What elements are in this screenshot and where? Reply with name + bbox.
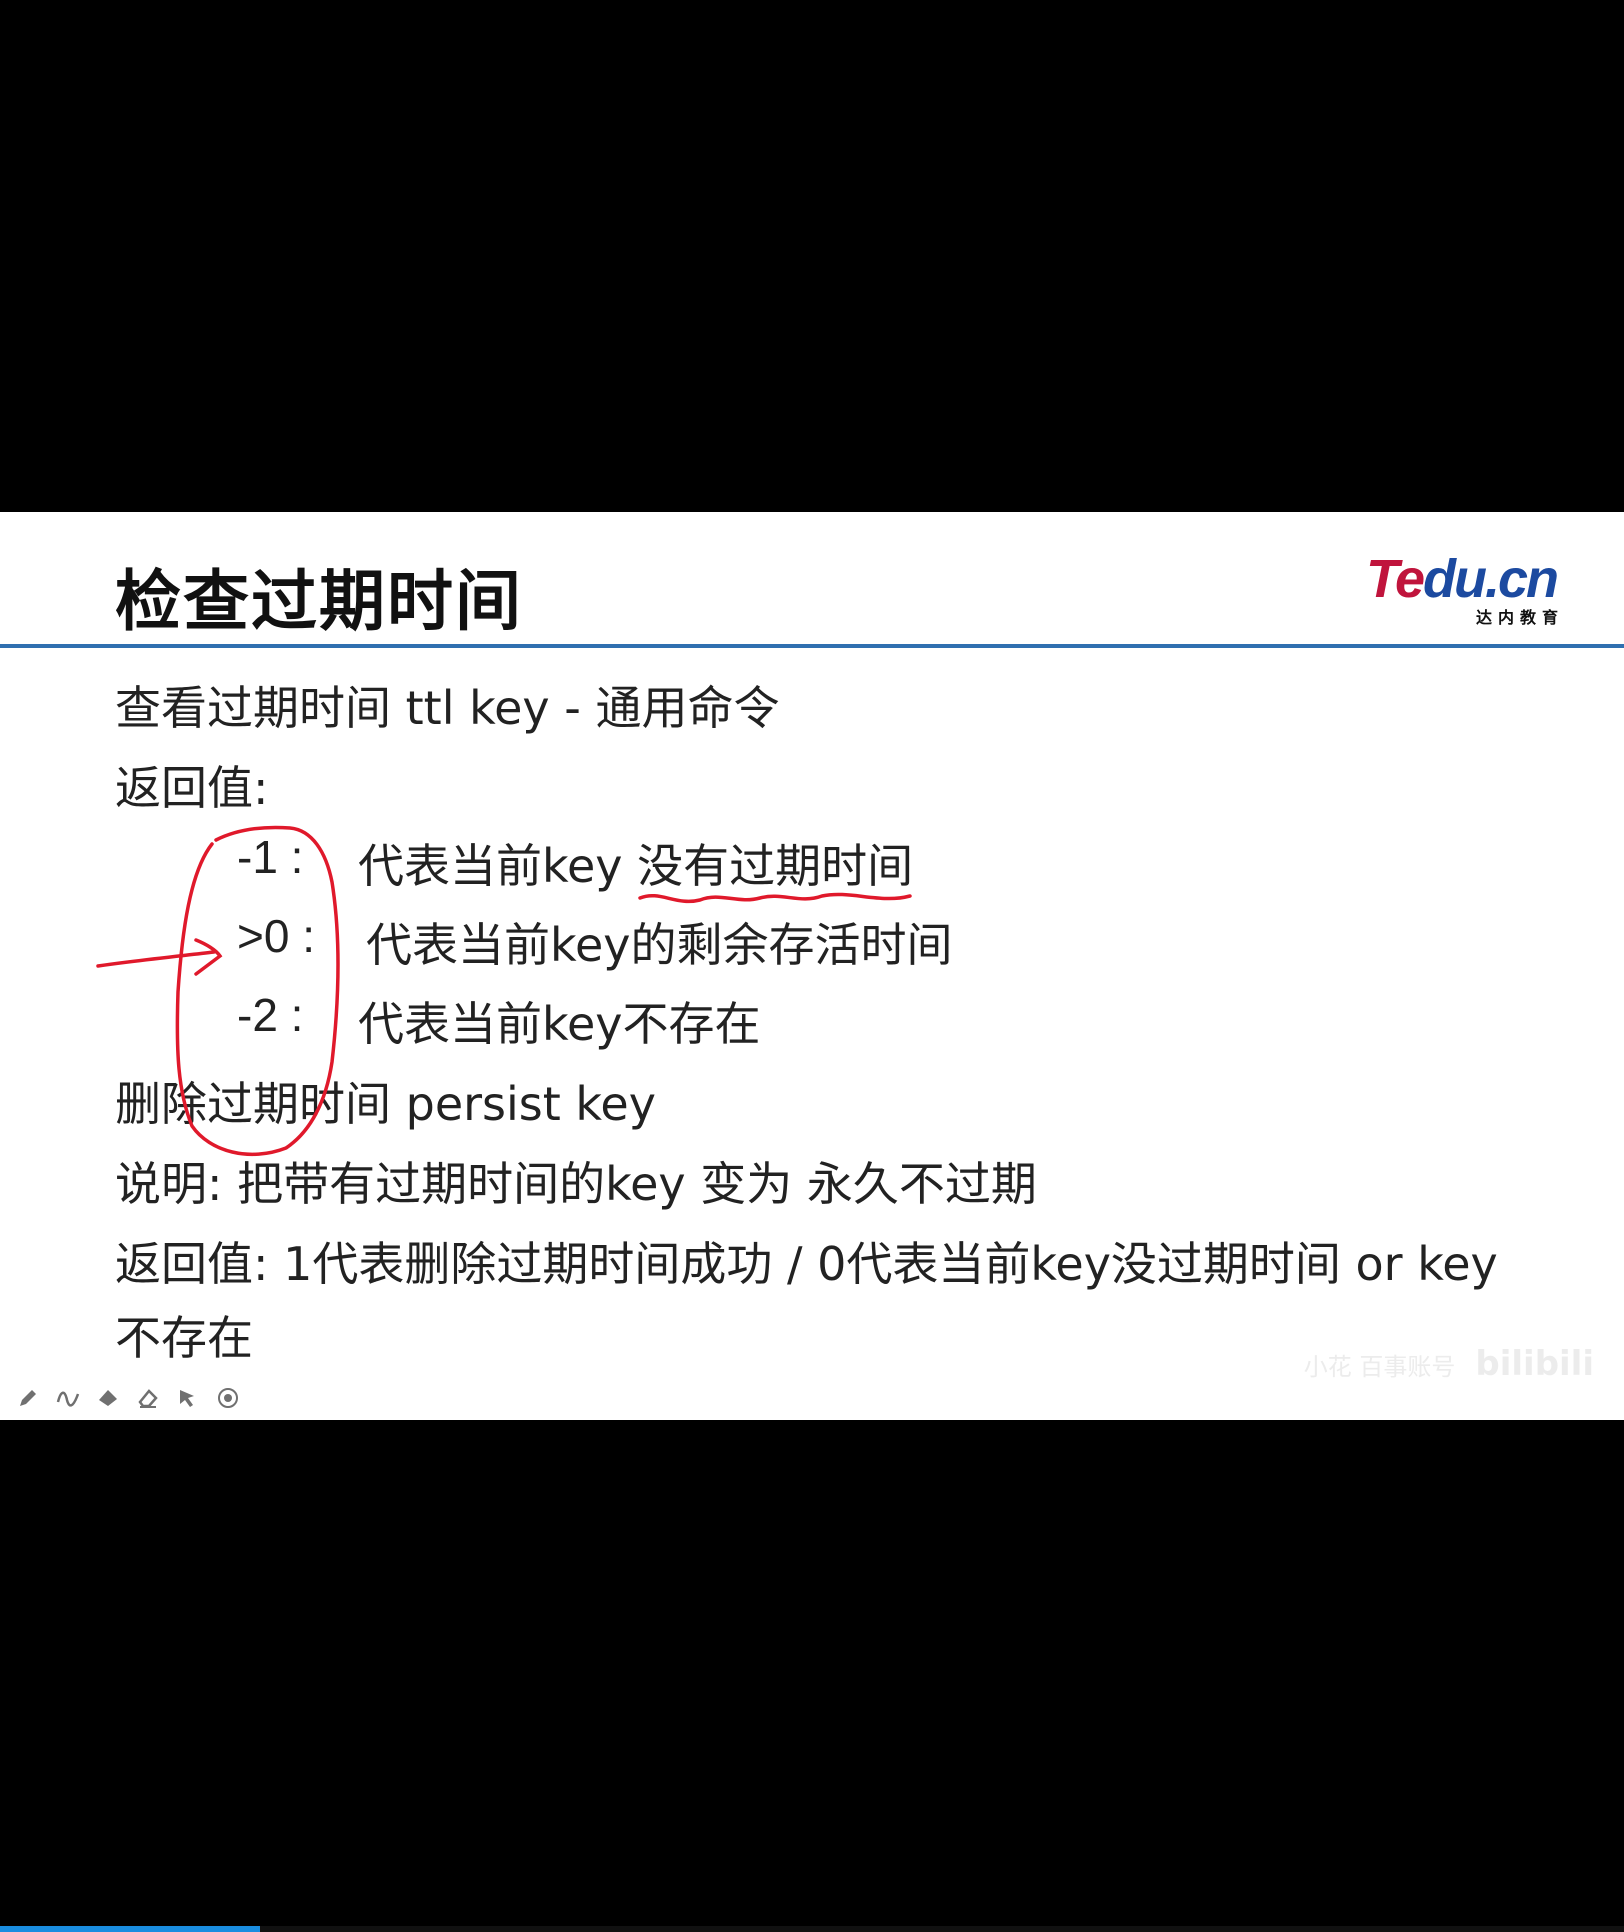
annotation-arrow-head [194, 938, 223, 976]
logo-rest: du.cn [1423, 549, 1559, 609]
logo-subtitle: 达内教育 [1475, 608, 1564, 627]
squiggle-tool[interactable] [54, 1384, 82, 1412]
rv-neg1-desc: 代表当前key 没有过期时间 [358, 839, 914, 893]
logo-te: Te [1366, 549, 1425, 609]
rv-pos-code: >0 : [237, 910, 316, 962]
line-return-persist-1: 返回值: 1代表删除过期时间成功 / 0代表当前key没过期时间 or key [115, 1237, 1498, 1291]
playback-progress-fill [0, 1926, 260, 1932]
pen-tool[interactable] [14, 1384, 42, 1412]
title-divider [0, 644, 1624, 648]
bilibili-watermark: 小花 百事账号 bilibili [1304, 1344, 1594, 1384]
target-tool[interactable] [214, 1384, 242, 1412]
annotation-arrow-shaft [96, 950, 216, 968]
line-return-persist-2: 不存在 [115, 1311, 253, 1365]
slide-title: 检查过期时间 [115, 563, 523, 640]
rv-neg2-desc: 代表当前key不存在 [358, 997, 761, 1051]
eraser-tool[interactable] [134, 1384, 162, 1412]
watermark-brand: bilibili [1475, 1344, 1594, 1384]
squiggle-icon [56, 1391, 80, 1407]
eraser-icon [138, 1389, 158, 1408]
slide: 检查过期时间 Tedu.cn 达内教育 查看过期时间 ttl key - 通用命… [0, 512, 1624, 1420]
logo-wordmark: Tedu.cn [1366, 548, 1559, 610]
target-icon [218, 1388, 238, 1408]
highlighter-tool[interactable] [94, 1384, 122, 1412]
rv-neg2-code: -2 : [237, 989, 304, 1041]
pointer-icon [180, 1390, 194, 1407]
line-view-ttl: 查看过期时间 ttl key - 通用命令 [115, 681, 780, 735]
highlighter-icon [99, 1390, 117, 1406]
tedu-logo: Tedu.cn 达内教育 [1366, 548, 1566, 627]
rv-neg1-code: -1 : [237, 831, 304, 883]
pointer-tool[interactable] [174, 1384, 202, 1412]
video-frame: 检查过期时间 Tedu.cn 达内教育 查看过期时间 ttl key - 通用命… [0, 0, 1624, 1932]
line-persist: 删除过期时间 persist key [115, 1077, 656, 1131]
line-return-label: 返回值: [115, 761, 269, 815]
playback-progress-bar[interactable] [0, 1926, 1624, 1932]
watermark-account: 小花 百事账号 [1303, 1353, 1456, 1381]
rv-pos-desc: 代表当前key的剩余存活时间 [366, 918, 953, 972]
line-explain: 说明: 把带有过期时间的key 变为 永久不过期 [115, 1157, 1037, 1211]
pen-icon [20, 1390, 36, 1406]
annotation-toolbar [14, 1384, 242, 1412]
